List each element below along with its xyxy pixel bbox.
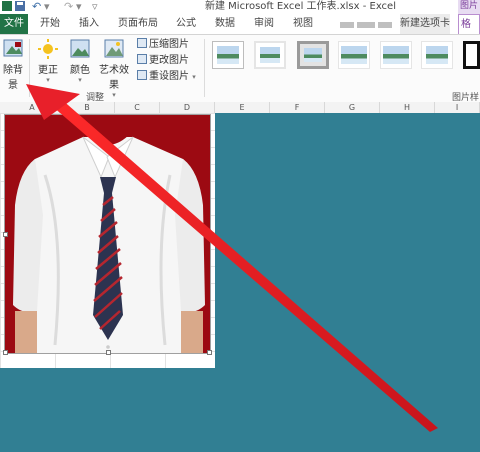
- annotation-arrow: [26, 84, 438, 432]
